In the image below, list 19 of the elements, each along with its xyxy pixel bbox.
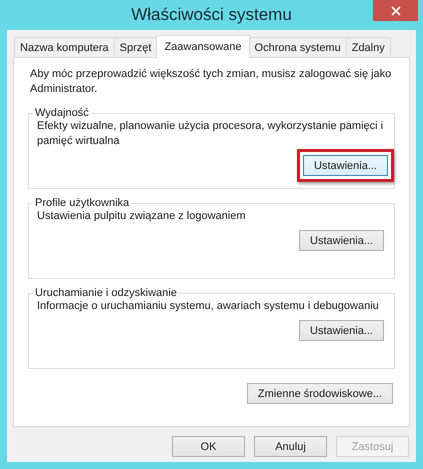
tab[interactable]: Nazwa komputera [14,37,115,57]
dialog-button[interactable]: Anuluj [254,436,327,457]
window-title: Właściwości systemu [131,5,292,25]
group-title: Profile użytkownika [34,197,130,209]
group-description: Informacje o uruchamianiu systemu, awariach systemu i debugowaniu [37,299,380,314]
group-title: Uruchamianie i odzyskiwanie [34,287,178,299]
group-description: Ustawienia pulpitu związane z logowaniem [37,209,247,224]
group-title: Wydajność [34,107,90,119]
settings-button[interactable]: Ustawienia... [299,320,384,341]
tab[interactable]: Zaawansowane [156,35,250,58]
dialog-button[interactable]: OK [172,436,245,457]
environment-variables-button[interactable]: Zmienne środowiskowe... [246,383,393,404]
close-button[interactable] [373,0,418,21]
settings-button[interactable]: Ustawienia... [303,155,388,176]
close-icon [390,6,400,16]
group-description: Efekty wizualne, planowanie użycia procesora, wykorzystanie pamięci i pamięć wirtualna [37,119,384,149]
settings-button[interactable]: Ustawienia... [299,230,384,251]
notice-text: Aby móc przeprowadzić większość tych zmian, musisz zalogować się jako Administrator. [30,67,392,97]
tab[interactable]: Zdalny [346,37,391,57]
